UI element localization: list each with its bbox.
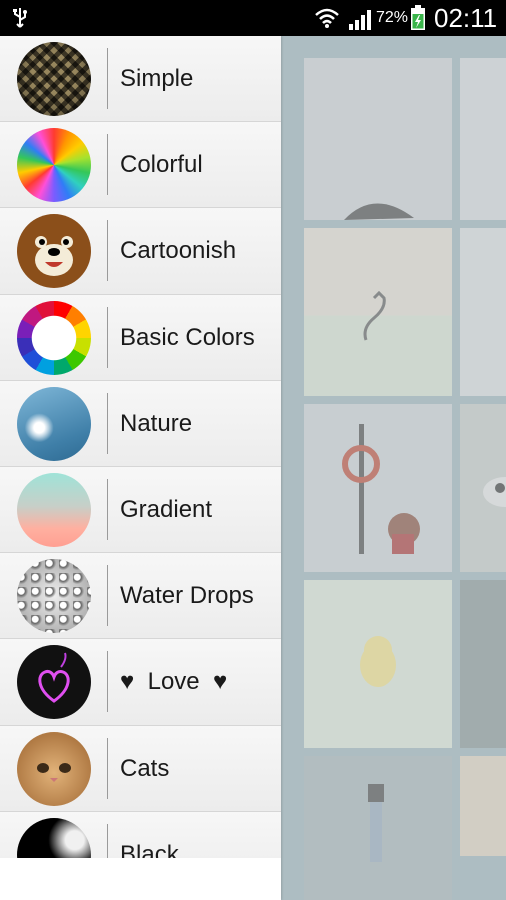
- drawer-item-gradient[interactable]: Gradient: [0, 466, 281, 554]
- item-divider: [107, 392, 108, 454]
- drawer-item-love[interactable]: ♥ Love ♥: [0, 639, 281, 726]
- cat-face-icon: [37, 762, 71, 782]
- drawer-item-simple[interactable]: Simple: [0, 36, 281, 123]
- rainbow-burst-thumbnail: [17, 128, 91, 203]
- heart-icon: ♥: [120, 668, 135, 696]
- category-drawer: Simple Colorful Cartoonish Basic Colors …: [0, 36, 281, 900]
- drawer-item-water-drops[interactable]: Water Drops: [0, 553, 281, 640]
- drawer-item-cats[interactable]: Cats: [0, 725, 281, 812]
- drawer-item-label: Basic Colors: [120, 323, 255, 351]
- item-divider: [107, 134, 108, 196]
- heart-icon: ♥: [212, 668, 228, 696]
- drawer-footer: [0, 858, 281, 900]
- usb-icon: [13, 8, 27, 28]
- bear-face-icon: [35, 236, 73, 277]
- drawer-item-label: ♥ Love ♥: [120, 639, 227, 724]
- item-divider: [107, 565, 108, 627]
- drawer-item-nature[interactable]: Nature: [0, 380, 281, 467]
- cartoon-bear-thumbnail: [17, 214, 91, 289]
- cat-face-thumbnail: [17, 731, 91, 806]
- drawer-item-label: Water Drops: [120, 582, 254, 610]
- drawer-item-label: Cats: [120, 754, 170, 782]
- battery-percent: 72%: [376, 9, 409, 26]
- drawer-item-label: Cartoonish: [120, 237, 237, 265]
- drawer-item-label: Colorful: [120, 151, 203, 179]
- glowing-heart-icon: [38, 652, 70, 704]
- wifi-icon: [315, 8, 339, 28]
- love-label-text: Love: [147, 668, 200, 696]
- drawer-item-label: Nature: [120, 409, 193, 437]
- item-divider: [107, 478, 108, 540]
- item-divider: [107, 48, 108, 109]
- signal-icon: [349, 10, 371, 30]
- drawer-item-label: Simple: [120, 65, 194, 92]
- item-divider: [107, 220, 108, 282]
- dandelion-thumbnail: [17, 386, 91, 461]
- status-bar: 72% 02:11: [0, 0, 506, 36]
- drawer-item-basic-colors[interactable]: Basic Colors: [0, 294, 281, 381]
- drawer-item-cartoonish[interactable]: Cartoonish: [0, 208, 281, 295]
- battery-charging-icon: [411, 5, 425, 30]
- color-wheel-thumbnail: [17, 300, 91, 375]
- checkered-pattern-thumbnail: [17, 42, 91, 116]
- heart-thumbnail: [17, 645, 91, 720]
- item-divider: [107, 737, 108, 799]
- clock: 02:11: [434, 3, 498, 33]
- item-divider: [107, 651, 108, 713]
- dim-overlay[interactable]: [281, 36, 506, 900]
- water-drops-thumbnail: [17, 559, 91, 634]
- item-divider: [107, 306, 108, 368]
- gradient-thumbnail: [17, 472, 91, 547]
- drawer-item-label: Gradient: [120, 495, 213, 523]
- drawer-item-colorful[interactable]: Colorful: [0, 122, 281, 209]
